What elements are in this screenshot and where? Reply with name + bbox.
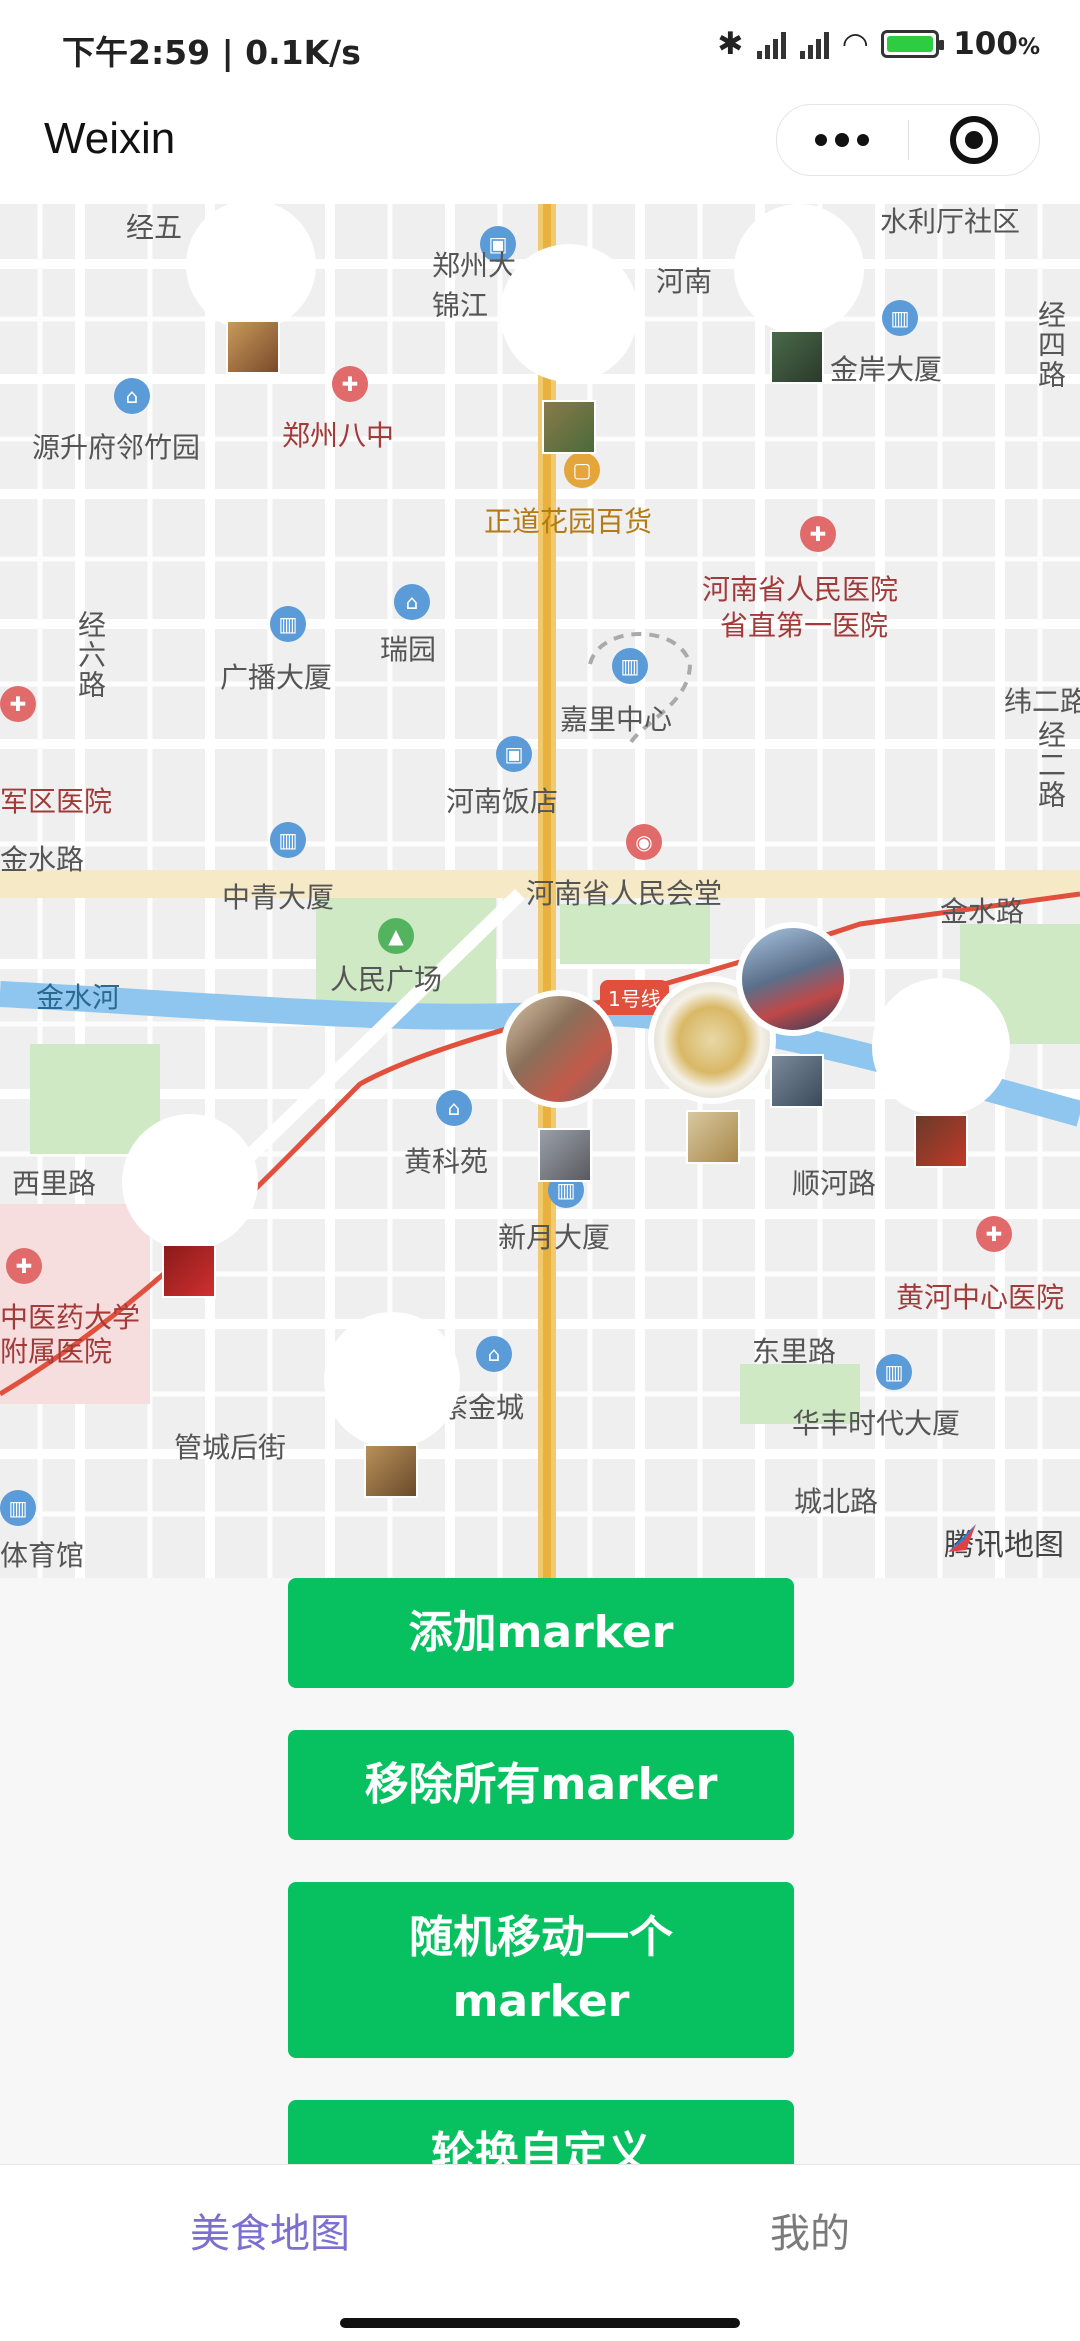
tencent-map-icon	[948, 1524, 976, 1552]
mini-program-capsule	[776, 104, 1040, 176]
marker-bubble[interactable]	[734, 204, 864, 334]
map-label: 西里路	[12, 1167, 97, 1200]
poi-home-icon: ⌂	[114, 378, 150, 414]
more-button[interactable]	[777, 105, 908, 175]
map-label: 河南省人民医院	[702, 573, 899, 606]
map-label: 附属医院	[0, 1335, 113, 1368]
status-bar: 下午2:59 | 0.1K/s ✱ ◠ 100%	[0, 0, 1080, 96]
poi-hotel-icon: ▣	[496, 736, 532, 772]
map-label: 水利厅社区	[880, 205, 1021, 238]
map-label: 新月大厦	[498, 1221, 611, 1254]
home-indicator[interactable]	[340, 2318, 740, 2328]
marker-thumbnail[interactable]	[686, 1110, 740, 1164]
poi-hospital-icon: ✚	[0, 686, 36, 722]
map-label: 郑州大	[432, 249, 517, 282]
target-close-icon	[949, 116, 998, 164]
title-bar: Weixin	[0, 96, 1080, 204]
map-provider-logo: 腾讯地图	[944, 1520, 1064, 1564]
map-label: 管城后街	[174, 1431, 287, 1464]
map-label: 东里路	[752, 1335, 837, 1368]
map-label: 经五	[126, 211, 183, 244]
marker-photo[interactable]	[500, 990, 618, 1108]
poi-school-icon: ✚	[332, 366, 368, 402]
tab-food-map[interactable]: 美食地图	[0, 2165, 540, 2295]
marker-bubble[interactable]	[186, 204, 316, 330]
map-label: 源升府邻竹园	[32, 431, 201, 464]
map-view[interactable]: ✚ ⌂ ▣ ▥ ▢ ✚ ▥ ⌂ ▥ ▣ ✚ ◉ ▥ ▲ ⌂ ▥ ✚ ✚ ⌂ ▥ …	[0, 204, 1080, 1578]
map-label: 嘉里中心	[560, 703, 673, 736]
marker-thumbnail[interactable]	[364, 1444, 418, 1498]
map-label: 广播大厦	[220, 661, 333, 694]
marker-thumbnail[interactable]	[162, 1244, 216, 1298]
poi-building-icon: ▥	[0, 1490, 36, 1526]
random-move-marker-button[interactable]: 随机移动一个marker	[288, 1882, 794, 2058]
page-title: Weixin	[44, 114, 176, 163]
more-dots-icon	[815, 133, 870, 147]
map-label: 河南省人民会堂	[526, 877, 723, 910]
poi-building-icon: ▥	[270, 822, 306, 858]
map-label: 正道花园百货	[484, 505, 653, 538]
map-label: 省直第一医院	[720, 609, 889, 642]
map-label: 瑞园	[380, 633, 437, 666]
map-label: 体育馆	[0, 1539, 85, 1572]
bluetooth-icon: ✱	[717, 26, 744, 62]
map-label: 金水路	[940, 895, 1025, 928]
poi-home-icon: ⌂	[476, 1336, 512, 1372]
marker-photo[interactable]	[736, 922, 850, 1036]
marker-thumbnail[interactable]	[542, 400, 596, 454]
map-label: 华丰时代大厦	[792, 1407, 961, 1440]
signal-icon	[757, 29, 787, 59]
status-icons: ✱ ◠ 100%	[717, 26, 1040, 62]
poi-building-icon: ▥	[882, 300, 918, 336]
marker-thumbnail[interactable]	[226, 320, 280, 374]
marker-bubble[interactable]	[872, 978, 1010, 1116]
map-label: 城北路	[794, 1485, 879, 1518]
marker-bubble[interactable]	[122, 1114, 258, 1250]
wifi-icon: ◠	[843, 26, 868, 62]
status-time-speed: 下午2:59 | 0.1K/s	[62, 33, 361, 72]
poi-building-icon: ▥	[270, 606, 306, 642]
map-label: 黄科苑	[404, 1145, 489, 1178]
map-label: 河南饭店	[446, 785, 559, 818]
map-label: 中青大厦	[222, 881, 335, 914]
marker-bubble[interactable]	[324, 1312, 460, 1448]
poi-hospital-icon: ✚	[800, 516, 836, 552]
poi-hospital-icon: ✚	[976, 1216, 1012, 1252]
map-label: 郑州八中	[282, 419, 395, 452]
poi-building-icon: ▥	[612, 648, 648, 684]
map-label: 金水路	[0, 843, 85, 876]
marker-thumbnail[interactable]	[914, 1114, 968, 1168]
map-label: 金岸大厦	[830, 353, 943, 386]
poi-building-icon: ▥	[876, 1354, 912, 1390]
map-label: 河南	[656, 265, 713, 298]
poi-hall-icon: ◉	[626, 824, 662, 860]
map-label: 顺河路	[792, 1167, 877, 1200]
map-label: 经六路	[74, 610, 107, 700]
poi-hospital-icon: ✚	[6, 1248, 42, 1284]
tab-mine[interactable]: 我的	[540, 2165, 1080, 2295]
map-label: 经二路	[1034, 720, 1067, 810]
marker-thumbnail[interactable]	[538, 1128, 592, 1182]
battery-percent: 100%	[953, 26, 1040, 62]
map-label: 黄河中心医院	[896, 1281, 1065, 1314]
tab-bar: 美食地图 我的	[0, 2164, 1080, 2341]
marker-thumbnail[interactable]	[770, 330, 824, 384]
signal-icon	[800, 29, 830, 59]
map-label: 锦江	[432, 289, 489, 322]
poi-home-icon: ⌂	[394, 584, 430, 620]
poi-park-icon: ▲	[378, 918, 414, 954]
map-label: 经四路	[1034, 300, 1067, 390]
marker-bubble[interactable]	[500, 244, 638, 382]
battery-icon	[881, 30, 945, 58]
map-label: 军区医院	[0, 785, 113, 818]
marker-thumbnail[interactable]	[770, 1054, 824, 1108]
poi-shop-icon: ▢	[564, 452, 600, 488]
map-label: 人民广场	[330, 963, 443, 996]
remove-all-markers-button[interactable]: 移除所有marker	[288, 1730, 794, 1840]
map-label: 金水河	[36, 981, 121, 1014]
add-marker-button[interactable]: 添加marker	[288, 1578, 794, 1688]
map-label: 纬二路	[1004, 685, 1080, 718]
close-button[interactable]	[909, 105, 1040, 175]
poi-home-icon: ⌂	[436, 1090, 472, 1126]
